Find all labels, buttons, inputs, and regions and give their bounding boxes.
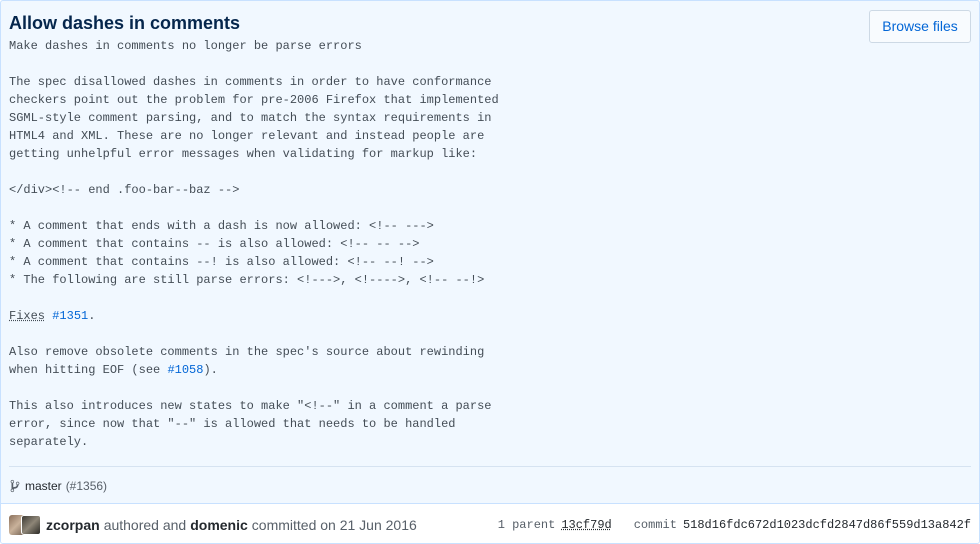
parent-sha-link[interactable]: 13cf79d: [561, 518, 611, 532]
branch-link-master[interactable]: master: [25, 479, 62, 493]
parent-label: 1 parent: [497, 518, 556, 532]
description-line: SGML-style comment parsing, and to match…: [9, 111, 492, 125]
avatar-stack: [9, 514, 41, 536]
description-line: getting unhelpful error messages when va…: [9, 147, 478, 161]
fixes-suffix: .: [88, 309, 96, 323]
branch-row: master (#1356): [9, 466, 971, 504]
pr-link-1356[interactable]: (#1356): [66, 479, 107, 493]
para2-line2: when hitting EOF (see #1058).: [9, 363, 218, 377]
description-line: Make dashes in comments no longer be par…: [9, 39, 362, 53]
para2-prefix: when hitting EOF (see: [9, 363, 168, 377]
para3-line2: error, since now that "--" is allowed th…: [9, 417, 456, 431]
commit-box: Allow dashes in comments Browse files Ma…: [0, 0, 980, 544]
authored-text: authored and: [103, 516, 187, 533]
description-line: </div><!-- end .foo-bar--baz -->: [9, 183, 240, 197]
commit-meta: zcorpan authored and domenic committed o…: [1, 503, 979, 543]
description-line: * A comment that contains --! is also al…: [9, 255, 434, 269]
author-link[interactable]: zcorpan: [46, 517, 100, 533]
sha-block: 1 parent 13cf79d commit 518d16fdc672d102…: [497, 504, 971, 543]
description-body: Make dashes in comments no longer be par…: [9, 39, 499, 287]
description-line: checkers point out the problem for pre-2…: [9, 93, 499, 107]
committer-avatar[interactable]: [21, 514, 41, 535]
committed-text: committed on 21 Jun 2016: [251, 516, 417, 533]
description-line: The spec disallowed dashes in comments i…: [9, 75, 492, 89]
issue-link-1351[interactable]: #1351: [52, 309, 88, 323]
description-line: * A comment that contains -- is also all…: [9, 237, 420, 251]
para3-line3: separately.: [9, 435, 89, 449]
para2-line1: Also remove obsolete comments in the spe…: [9, 345, 485, 359]
commit-header: Allow dashes in comments Browse files: [1, 1, 979, 43]
committer-link[interactable]: domenic: [190, 517, 248, 533]
commit-title: Allow dashes in comments: [9, 13, 241, 33]
branch-icon: [10, 479, 20, 492]
browse-files-button[interactable]: Browse files: [869, 10, 971, 43]
issue-link-1058[interactable]: #1058: [167, 363, 203, 377]
description-line: * A comment that ends with a dash is now…: [9, 219, 434, 233]
description-line: * The following are still parse errors: …: [9, 273, 485, 287]
commit-label: commit: [633, 518, 677, 532]
para3-line1: This also introduces new states to make …: [9, 399, 492, 413]
description-line: HTML4 and XML. These are no longer relev…: [9, 129, 485, 143]
commit-description: Make dashes in comments no longer be par…: [1, 35, 979, 451]
full-sha: 518d16fdc672d1023dcfd2847d86f559d13a842f: [682, 518, 971, 532]
fixes-line: Fixes #1351.: [9, 309, 95, 323]
para2-suffix: ).: [203, 363, 218, 377]
fixes-word: Fixes: [9, 309, 46, 323]
